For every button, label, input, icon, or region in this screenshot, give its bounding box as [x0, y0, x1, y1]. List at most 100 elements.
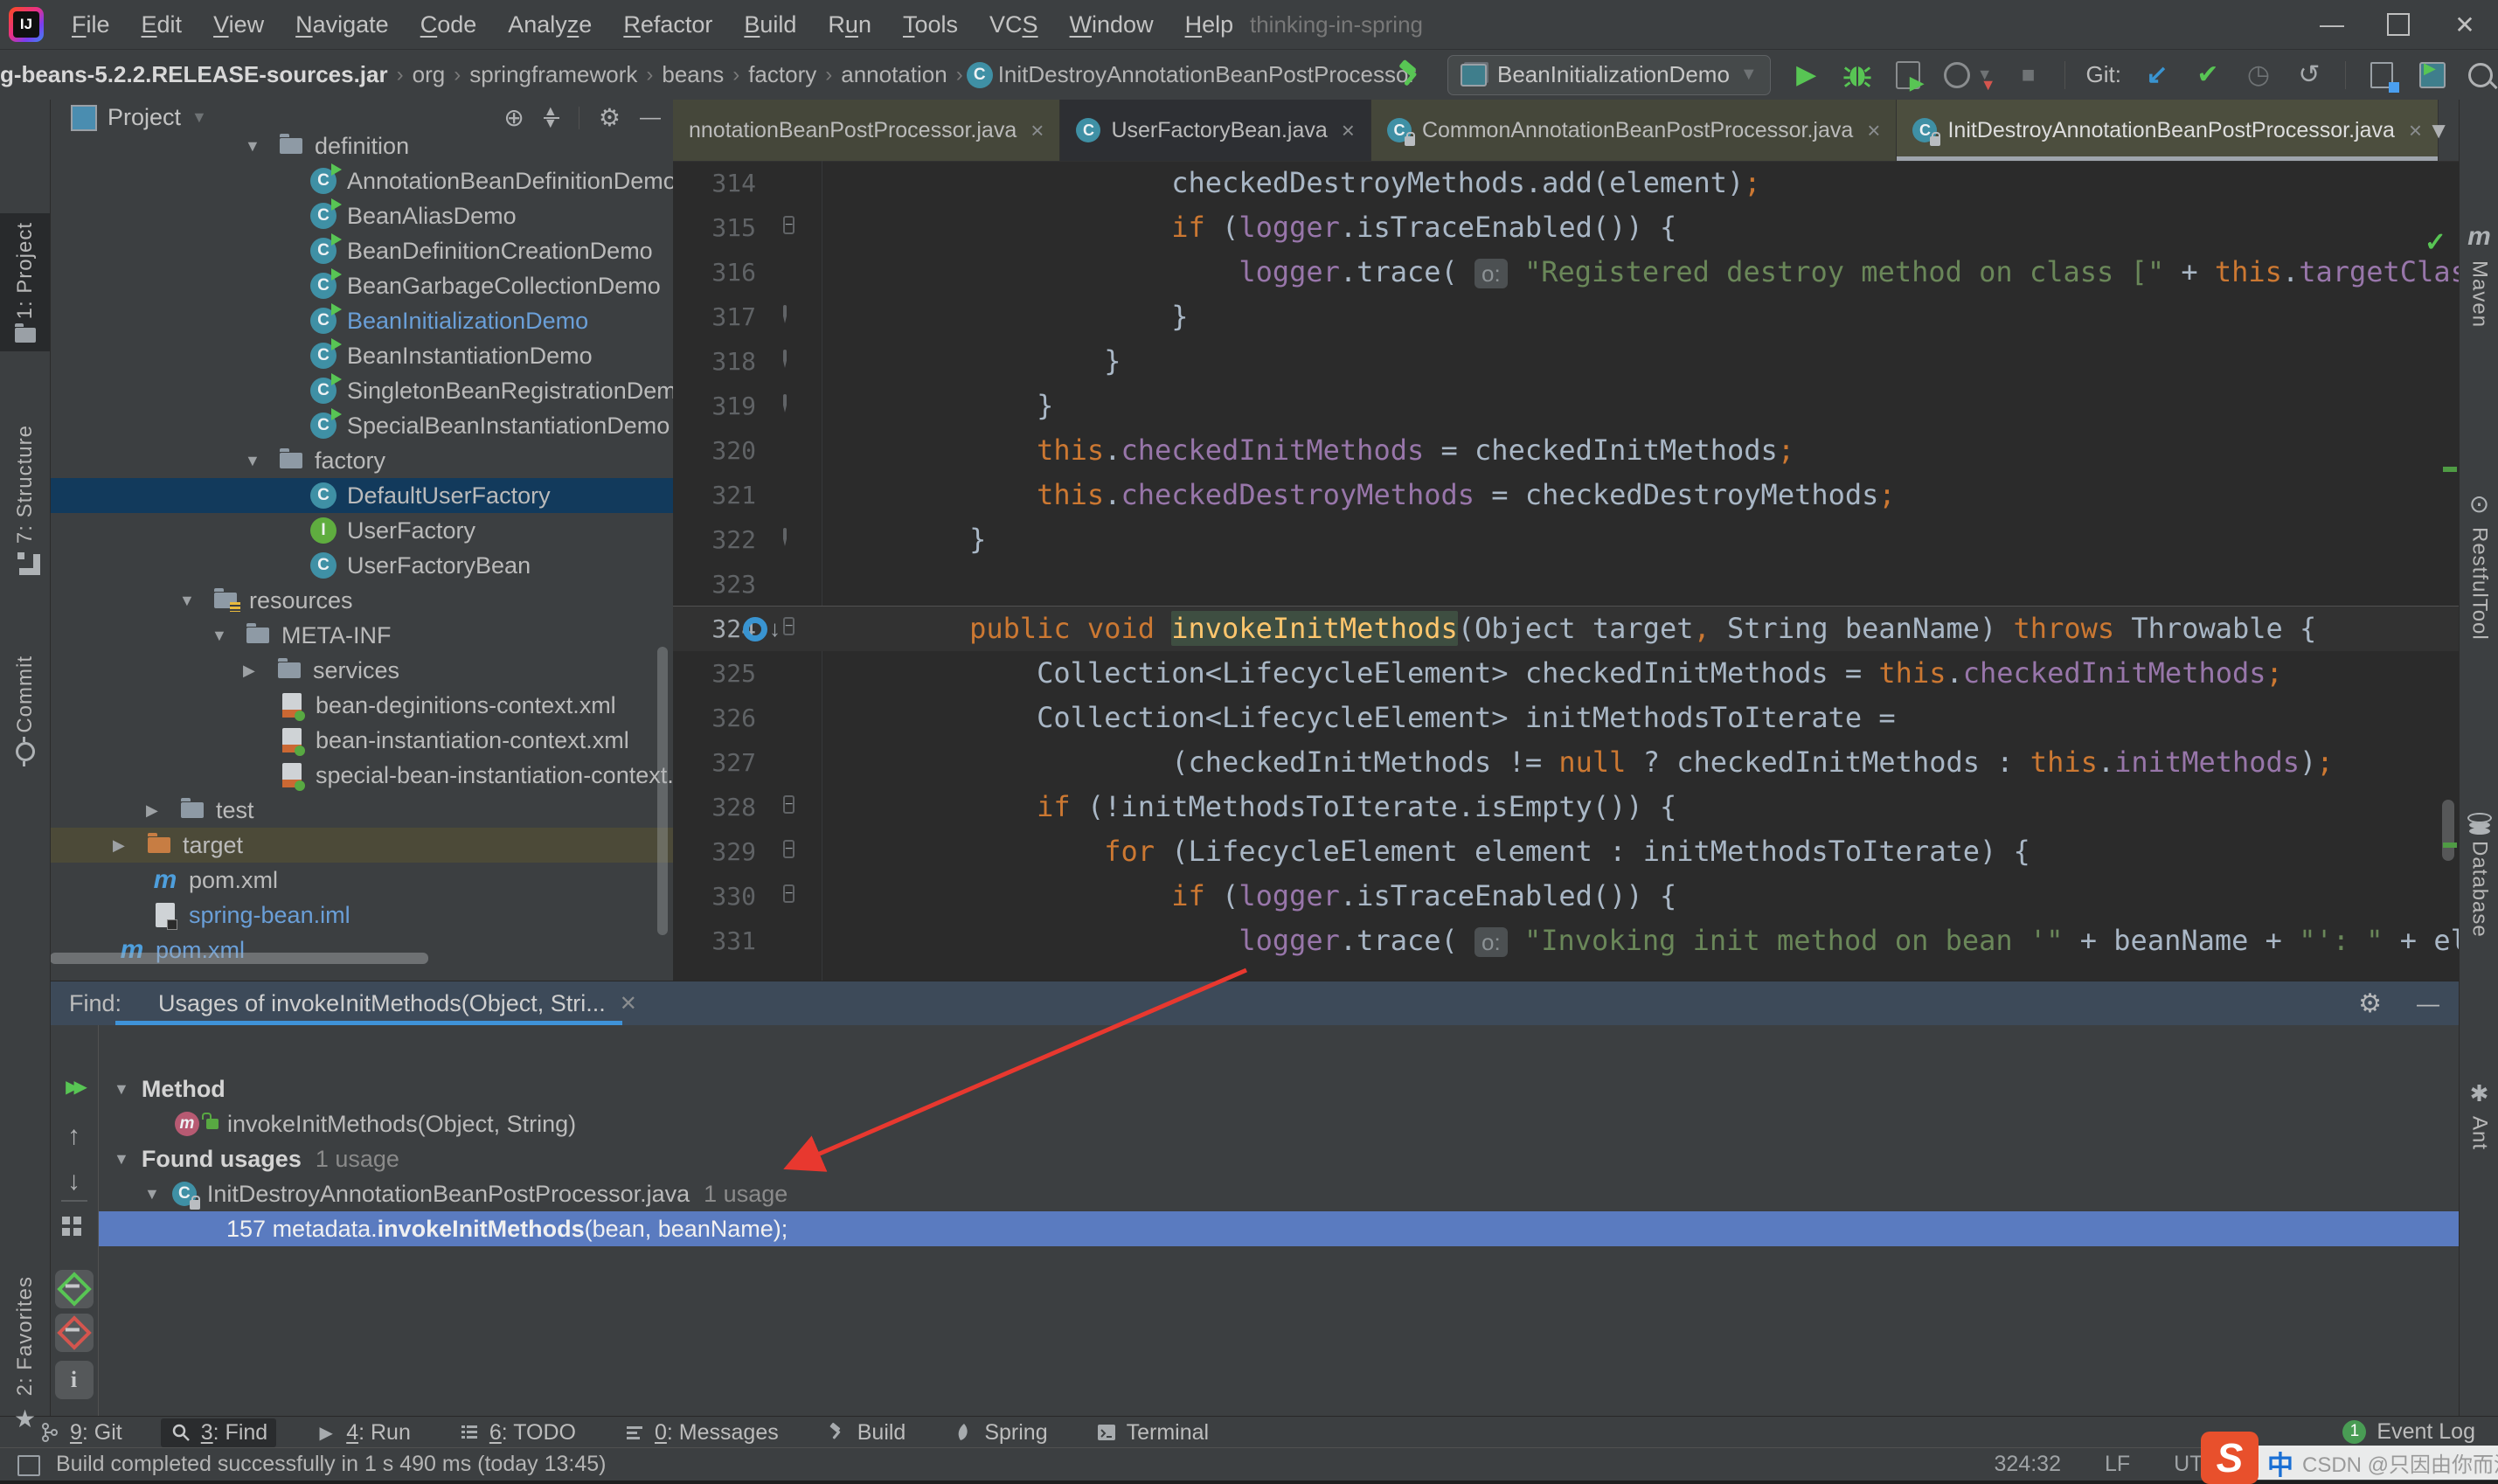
project-tree-vertical-scrollbar[interactable] — [657, 647, 668, 935]
tool-stripe-ant[interactable]: ✱Ant — [2460, 1080, 2498, 1150]
code-line-314[interactable]: 314 checkedDestroyMethods.add(element); — [673, 161, 2459, 205]
menu-navigate[interactable]: Navigate — [281, 8, 403, 42]
line-number[interactable]: 327 — [673, 740, 756, 785]
collapse-arrow-icon[interactable]: ▼ — [114, 1150, 129, 1168]
toolwindow-button-run[interactable]: ▶4: Run — [306, 1418, 420, 1447]
menu-view[interactable]: View — [199, 8, 278, 42]
code-line-321[interactable]: 321 this.checkedDestroyMethods = checked… — [673, 473, 2459, 517]
run-with-coverage-icon[interactable]: ▶ — [1893, 58, 1923, 93]
hidden-tabs-chevron-icon[interactable]: ▼ — [2427, 100, 2450, 161]
editor-tab-initdestroyannotationbeanpostprocessor-java[interactable]: CInitDestroyAnnotationBeanPostProcessor.… — [1897, 100, 2439, 161]
menu-edit[interactable]: Edit — [128, 8, 197, 42]
gutter-usage-icon[interactable]: ↓ — [743, 615, 781, 642]
project-tree-horizontal-scrollbar[interactable] — [50, 953, 428, 964]
chevron-down-icon[interactable]: ▼ — [191, 108, 207, 127]
inspection-status-icon[interactable]: ✓ — [2425, 227, 2446, 258]
tree-item-factory[interactable]: ▼factory — [50, 443, 673, 478]
caret-position[interactable]: 324:32 — [1995, 1452, 2061, 1477]
fold-start-icon[interactable]: − — [783, 886, 795, 902]
tree-item-beaninstantiationdemo[interactable]: CBeanInstantiationDemo — [50, 338, 673, 373]
line-number[interactable]: 330 — [673, 874, 756, 919]
menu-file[interactable]: File — [58, 8, 124, 42]
collapse-all-icon[interactable]: ▲▼ — [544, 107, 559, 129]
expand-arrow-icon[interactable]: ▶ — [243, 662, 255, 680]
tree-item-bean-deginitions-context.xml[interactable]: bean-deginitions-context.xml — [50, 688, 673, 723]
line-number[interactable]: 314 — [673, 161, 756, 205]
editor-tab-nnotationbeanpostprocessor-java[interactable]: nnotationBeanPostProcessor.java× — [673, 100, 1060, 161]
tree-item-target[interactable]: ▶target — [50, 828, 673, 863]
expand-arrow-icon[interactable]: ▶ — [146, 801, 158, 820]
line-number[interactable]: 315 — [673, 205, 756, 250]
fold-end-icon[interactable] — [783, 530, 787, 545]
code-line-315[interactable]: 315− if (logger.isTraceEnabled()) { — [673, 205, 2459, 250]
close-icon[interactable]: × — [2409, 117, 2422, 144]
toolwindow-button-build[interactable]: Build — [817, 1418, 915, 1447]
close-button[interactable]: ✕ — [2432, 0, 2498, 49]
code-line-319[interactable]: 319 } — [673, 384, 2459, 428]
line-number[interactable]: 329 — [673, 829, 756, 874]
fold-start-icon[interactable]: − — [783, 218, 795, 233]
tree-item-beandefinitioncreationdemo[interactable]: CBeanDefinitionCreationDemo — [50, 233, 673, 268]
code-line-325[interactable]: 325 Collection<LifecycleElement> checked… — [673, 651, 2459, 696]
tree-item-userfactorybean[interactable]: CUserFactoryBean — [50, 548, 673, 583]
breadcrumb-item[interactable]: org — [413, 61, 446, 88]
tree-item-pom.xml[interactable]: mpom.xml — [50, 863, 673, 898]
breadcrumb-class[interactable]: InitDestroyAnnotationBeanPostProcessor — [998, 61, 1416, 88]
rollback-icon[interactable]: ↺ — [2294, 58, 2324, 93]
collapse-arrow-icon[interactable]: ▼ — [245, 452, 260, 470]
tree-item-definition[interactable]: ▼definition — [50, 128, 673, 163]
tree-item-beangarbagecollectiondemo[interactable]: CBeanGarbageCollectionDemo — [50, 268, 673, 303]
code-line-330[interactable]: 330− if (logger.isTraceEnabled()) { — [673, 874, 2459, 919]
tree-item-beaninitializationdemo[interactable]: CBeanInitializationDemo — [50, 303, 673, 338]
toolwindow-button-messages[interactable]: 0: Messages — [614, 1418, 788, 1447]
breadcrumb-item[interactable]: annotation — [841, 61, 947, 88]
line-number[interactable]: 328 — [673, 785, 756, 829]
find-results-tab[interactable]: Usages of invokeInitMethods(Object, Stri… — [158, 981, 637, 1025]
git-commit-check-icon[interactable]: ✔ — [2193, 58, 2223, 93]
toolwindow-button-todo[interactable]: 6: TODO — [449, 1418, 585, 1447]
line-number[interactable]: 322 — [673, 517, 756, 562]
code-line-324[interactable]: 324−↓ public void invokeInitMethods(Obje… — [673, 607, 2459, 651]
tool-stripe--structure[interactable]: 7: Structure — [0, 425, 50, 568]
fold-start-icon[interactable]: − — [783, 619, 795, 635]
run-configuration-select[interactable]: BeanInitializationDemo ▼ — [1447, 55, 1771, 95]
profiler-icon[interactable]: ▼▼ — [1944, 58, 1993, 93]
fold-end-icon[interactable] — [783, 351, 787, 367]
breadcrumb-item[interactable]: factory — [748, 61, 816, 88]
toolwindow-button-terminal[interactable]: Terminal — [1086, 1418, 1218, 1447]
find-usage-row[interactable]: 157 metadata.invokeInitMethods(bean, bea… — [99, 1211, 2459, 1246]
tree-item-annotationbeandefinitiondemo[interactable]: CAnnotationBeanDefinitionDemo — [50, 163, 673, 198]
group-by-icon[interactable] — [50, 1224, 98, 1232]
code-line-328[interactable]: 328− if (!initMethodsToIterate.isEmpty()… — [673, 785, 2459, 829]
project-panel-title[interactable]: Project — [108, 104, 181, 131]
jump-to-source-icon[interactable] — [50, 1270, 98, 1308]
line-number[interactable]: 318 — [673, 339, 756, 384]
line-number[interactable]: 316 — [673, 250, 756, 295]
rerun-search-icon[interactable]: ▶▶ — [50, 1076, 98, 1098]
tool-stripe--project[interactable]: 1: Project — [0, 213, 50, 351]
next-occurrence-icon[interactable]: ↓ — [50, 1167, 98, 1196]
tree-item-spring-bean.iml[interactable]: spring-bean.iml — [50, 898, 673, 933]
run-button[interactable]: ▶ — [1792, 58, 1821, 93]
tree-item-test[interactable]: ▶test — [50, 793, 673, 828]
search-everywhere-icon[interactable] — [2468, 63, 2493, 87]
stop-button[interactable]: ■ — [2014, 58, 2044, 93]
collapse-arrow-icon[interactable]: ▼ — [179, 592, 195, 610]
menu-tools[interactable]: Tools — [889, 8, 972, 42]
close-icon[interactable]: × — [1030, 117, 1044, 144]
history-clock-icon[interactable]: ◷ — [2244, 58, 2273, 93]
code-line-320[interactable]: 320 this.checkedInitMethods = checkedIni… — [673, 428, 2459, 473]
code-line-331[interactable]: 331 logger.trace( o: "Invoking init meth… — [673, 919, 2459, 963]
toolwindow-toggle-icon[interactable] — [17, 1455, 40, 1476]
code-line-329[interactable]: 329− for (LifecycleElement element : ini… — [673, 829, 2459, 874]
tool-stripe-maven[interactable]: mMaven — [2460, 222, 2498, 328]
code-line-322[interactable]: 322 } — [673, 517, 2459, 562]
minimize-button[interactable]: — — [2299, 0, 2365, 49]
tree-item-resources[interactable]: ▼resources — [50, 583, 673, 618]
toolwindow-button-spring[interactable]: Spring — [944, 1418, 1056, 1447]
breadcrumb-item[interactable]: springframework — [469, 61, 637, 88]
tree-item-singletonbeanregistrationdemo[interactable]: CSingletonBeanRegistrationDemo — [50, 373, 673, 408]
menu-analyze[interactable]: Analyze — [494, 8, 606, 42]
tree-item-bean-instantiation-context.xml[interactable]: bean-instantiation-context.xml — [50, 723, 673, 758]
menu-run[interactable]: Run — [814, 8, 885, 42]
